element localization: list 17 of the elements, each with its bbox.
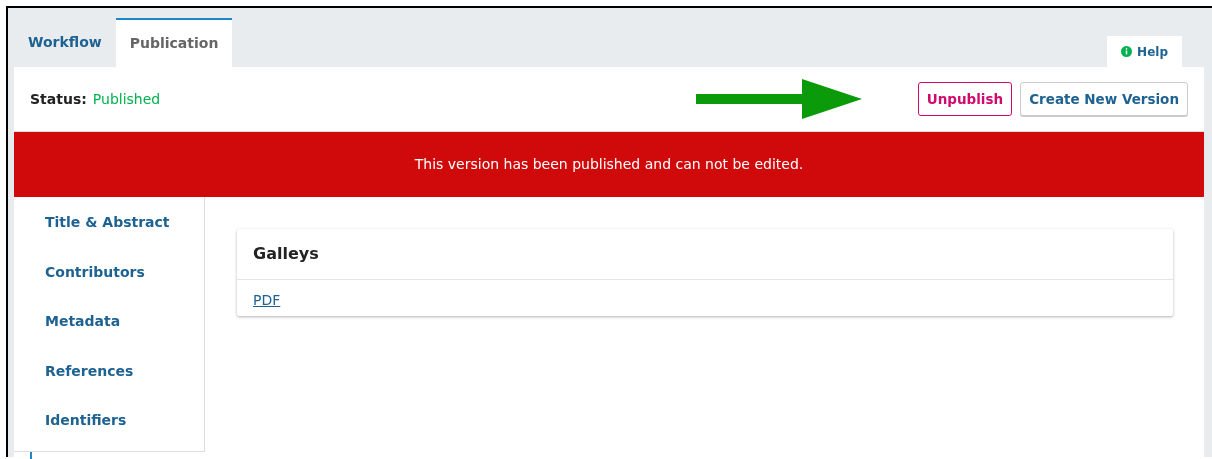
file-link[interactable]: PDF xyxy=(237,280,297,320)
sidebar-item[interactable]: Identifiers xyxy=(14,401,204,451)
help-button[interactable]: Help xyxy=(1107,36,1182,67)
card-title: Galleys xyxy=(237,229,1173,280)
arrow-icon xyxy=(695,79,862,119)
create-version-button[interactable]: Create New Version xyxy=(1020,81,1188,117)
sidebar-item[interactable]: Title & Abstract xyxy=(14,203,204,253)
sidebar-item[interactable]: Contributors xyxy=(14,252,204,303)
status-label: Status: xyxy=(30,89,87,109)
tab[interactable]: Workflow xyxy=(14,18,116,67)
info-icon xyxy=(1121,46,1133,57)
alert-banner: This version has been published and can not be edited. xyxy=(14,132,1204,197)
sidebar-item[interactable]: References xyxy=(14,351,204,402)
sidebar-item[interactable]: Metadata xyxy=(14,302,204,352)
tab[interactable]: Publication xyxy=(115,18,233,67)
status-value: Published xyxy=(92,89,161,109)
unpublish-button[interactable]: Unpublish xyxy=(917,81,1013,117)
